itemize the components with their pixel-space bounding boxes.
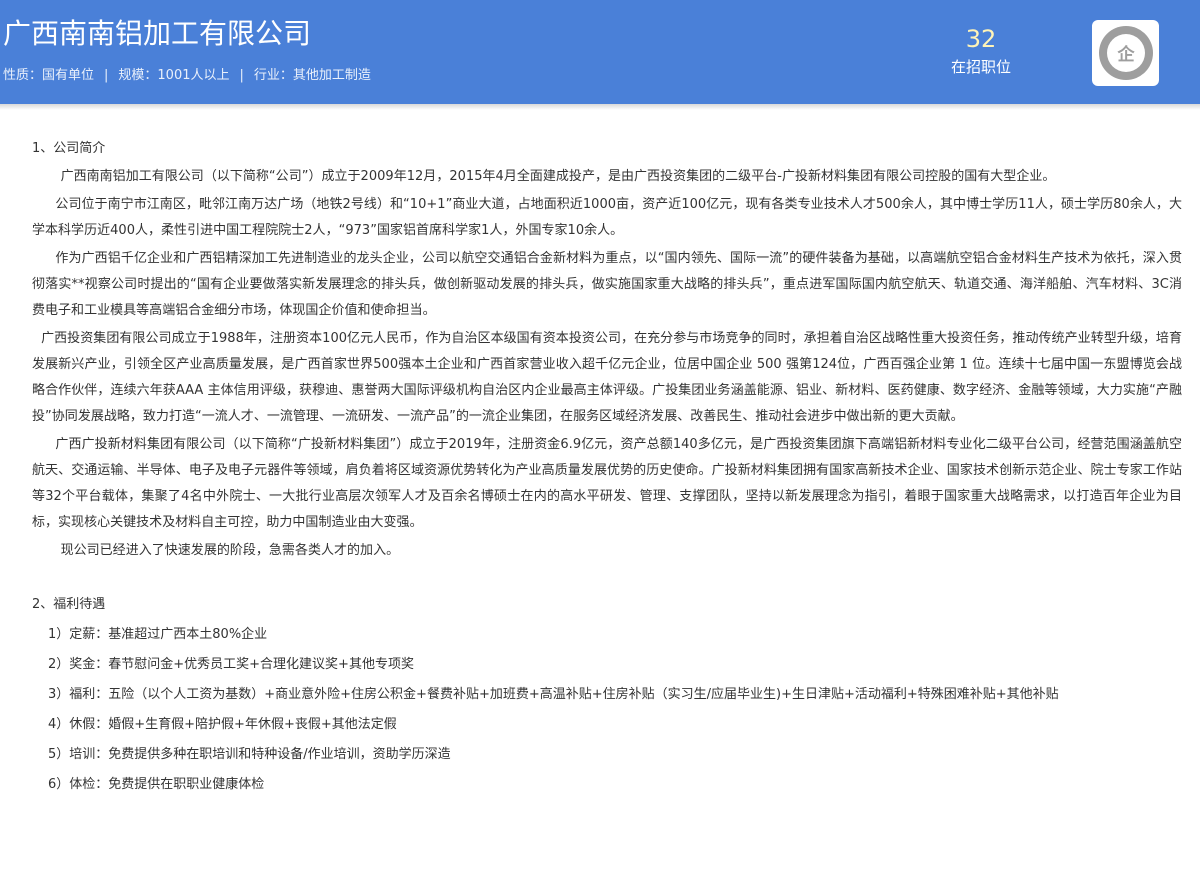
benefit-item: 6）体检：免费提供在职职业健康体检 [48, 777, 265, 792]
open-jobs-count: 32 [965, 25, 997, 53]
benefits-list: 1）定薪：基准超过广西本土80%企业 2）奖金：春节慰问金+优秀员工奖+合理化建… [32, 622, 1182, 798]
open-jobs-link[interactable]: 32 在招职位 [930, 22, 1032, 78]
benefit-item: 3）福利：五险（以个人工资为基数）+商业意外险+住房公积金+餐费补贴+加班费+高… [48, 687, 1059, 702]
meta-separator: | [104, 68, 109, 83]
benefit-item: 5）培训：免费提供多种在职培训和特种设备/作业培训，资助学历深造 [48, 747, 451, 762]
benefit-item: 4）休假：婚假+生育假+陪护假+年休假+丧假+其他法定假 [48, 717, 397, 732]
intro-paragraph: 公司位于南宁市江南区，毗邻江南万达广场（地铁2号线）和“10+1”商业大道，占地… [32, 197, 1182, 238]
intro-paragraph: 广西广投新材料集团有限公司（以下简称“广投新材料集团”）成立于2019年，注册资… [32, 437, 1182, 530]
benefit-item: 2）奖金：春节慰问金+优秀员工奖+合理化建议奖+其他专项奖 [48, 657, 414, 672]
company-detail: 1、公司简介 广西南南铝加工有限公司（以下简称“公司”）成立于2009年12月，… [0, 136, 1200, 798]
header-shadow [0, 104, 1200, 110]
intro-title: 1、公司简介 [32, 141, 106, 156]
company-scale: 规模：1001人以上 [118, 68, 230, 83]
meta-separator: | [239, 68, 244, 83]
benefits-title: 2、福利待遇 [32, 597, 106, 612]
company-header: 广西南南铝加工有限公司 性质：国有单位 | 规模：1001人以上 | 行业：其他加工制造… [0, 0, 1200, 104]
company-logo-icon: 企 [1098, 26, 1153, 80]
company-logo: 企 [1092, 20, 1159, 86]
company-nature: 性质：国有单位 [3, 68, 95, 83]
intro-paragraph: 广西投资集团有限公司成立于1988年，注册资本100亿元人民币，作为自治区本级国… [32, 331, 1182, 424]
benefit-item: 1）定薪：基准超过广西本土80%企业 [48, 627, 268, 642]
intro-paragraph: 现公司已经进入了快速发展的阶段，急需各类人才的加入。 [60, 543, 400, 558]
company-meta: 性质：国有单位 | 规模：1001人以上 | 行业：其他加工制造 [3, 66, 371, 86]
company-logo-text: 企 [1116, 44, 1135, 65]
intro-paragraph: 广西南南铝加工有限公司（以下简称“公司”）成立于2009年12月，2015年4月… [60, 169, 1056, 184]
company-name: 广西南南铝加工有限公司 [3, 17, 312, 50]
intro-paragraph: 作为广西铝千亿企业和广西铝精深加工先进制造业的龙头企业，公司以航空交通铝合金新材… [32, 251, 1182, 318]
open-jobs-label: 在招职位 [950, 58, 1011, 76]
company-industry: 行业：其他加工制造 [253, 68, 371, 83]
